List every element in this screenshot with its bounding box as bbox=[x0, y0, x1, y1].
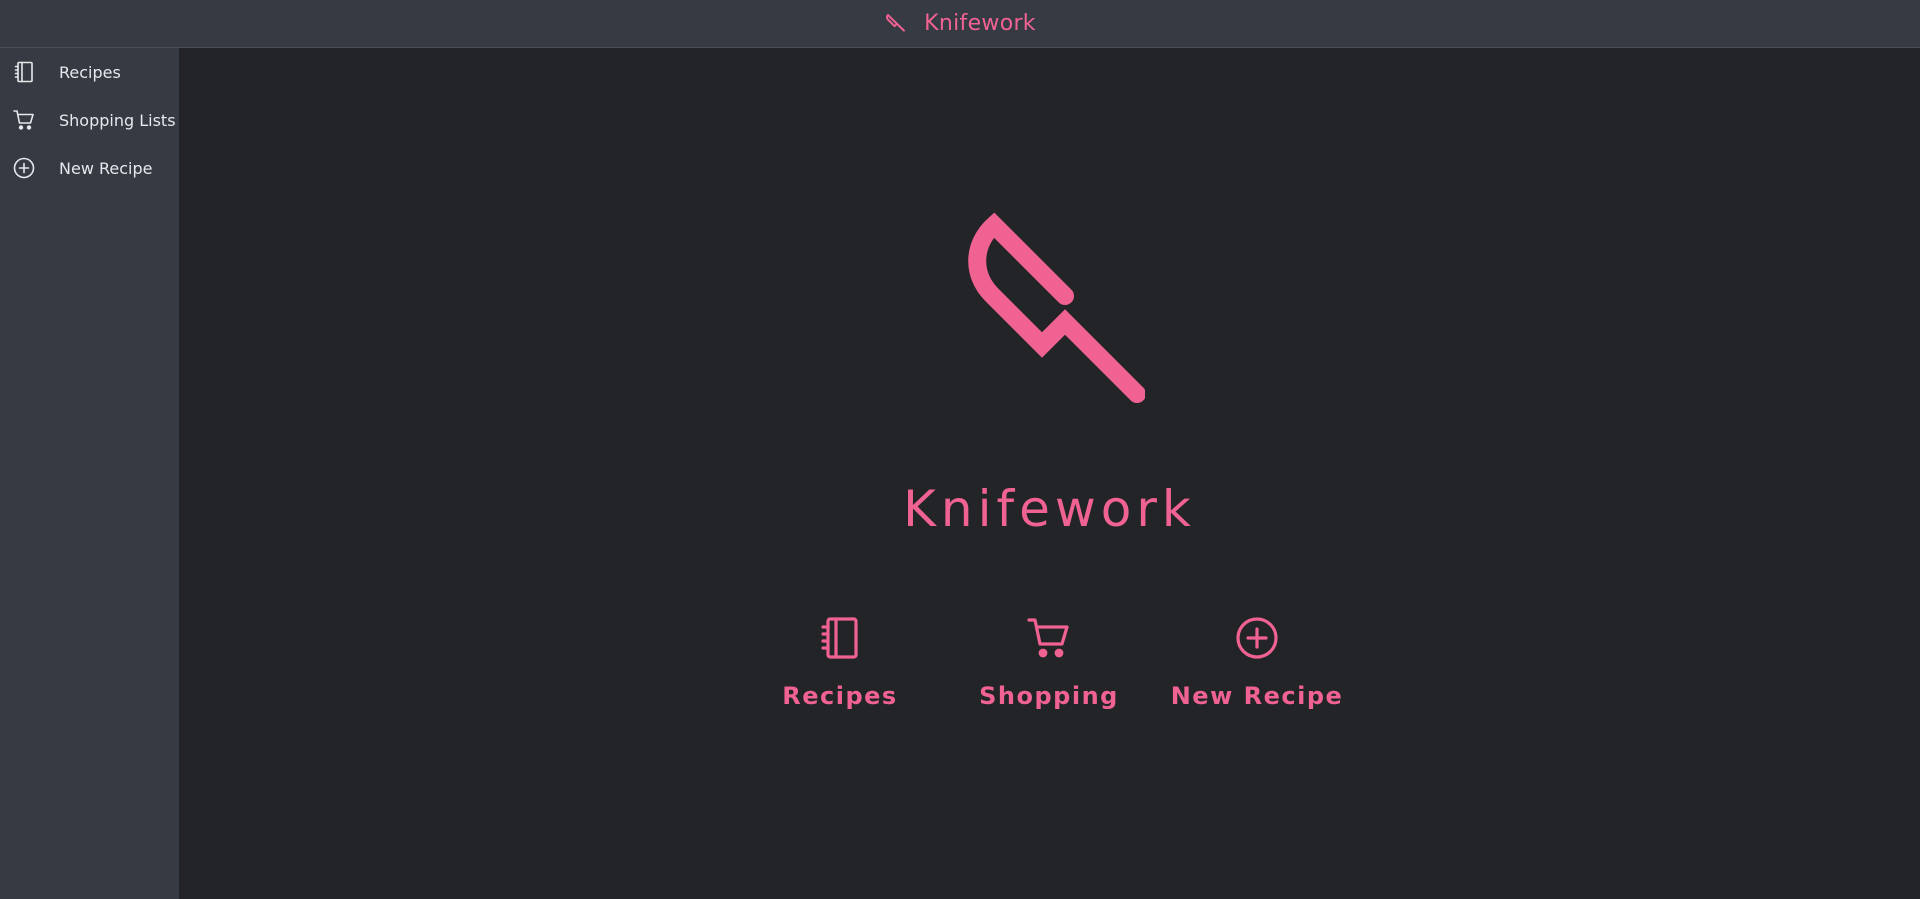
app-title: Knifework bbox=[924, 11, 1036, 36]
brand-home-link[interactable]: Knifework bbox=[884, 11, 1036, 36]
sidebar-item-shopping-lists[interactable]: Shopping Lists bbox=[0, 96, 179, 144]
plus-circle-icon bbox=[13, 157, 35, 179]
cart-icon bbox=[1027, 618, 1069, 658]
cart-icon bbox=[13, 110, 34, 130]
new-recipe-button-label: New Recipe bbox=[1170, 682, 1344, 710]
new-recipe-button[interactable]: New Recipe bbox=[1157, 614, 1357, 724]
sidebar-item-label: Shopping Lists bbox=[59, 110, 176, 130]
knife-icon bbox=[886, 13, 906, 32]
plus-circle-icon bbox=[1236, 617, 1278, 659]
sidebar-item-recipes[interactable]: Recipes bbox=[0, 48, 179, 96]
sidebar: Recipes Shopping Lists New Recipe bbox=[0, 48, 179, 899]
recipes-button[interactable]: Recipes bbox=[740, 614, 940, 724]
recipes-button-label: Recipes bbox=[782, 682, 898, 710]
notebook-icon bbox=[821, 617, 858, 659]
home-panel: Knifework Recipes Shopping New Recipe bbox=[179, 48, 1920, 899]
shopping-button-label: Shopping bbox=[979, 682, 1119, 710]
sidebar-item-label: Recipes bbox=[59, 62, 121, 82]
notebook-icon bbox=[14, 61, 33, 83]
shopping-button[interactable]: Shopping bbox=[949, 614, 1149, 724]
sidebar-item-label: New Recipe bbox=[59, 158, 153, 178]
hero-title: Knifework bbox=[903, 480, 1196, 538]
sidebar-item-new-recipe[interactable]: New Recipe bbox=[0, 144, 179, 192]
knife-icon bbox=[968, 212, 1145, 403]
top-bar: Knifework bbox=[0, 0, 1920, 48]
